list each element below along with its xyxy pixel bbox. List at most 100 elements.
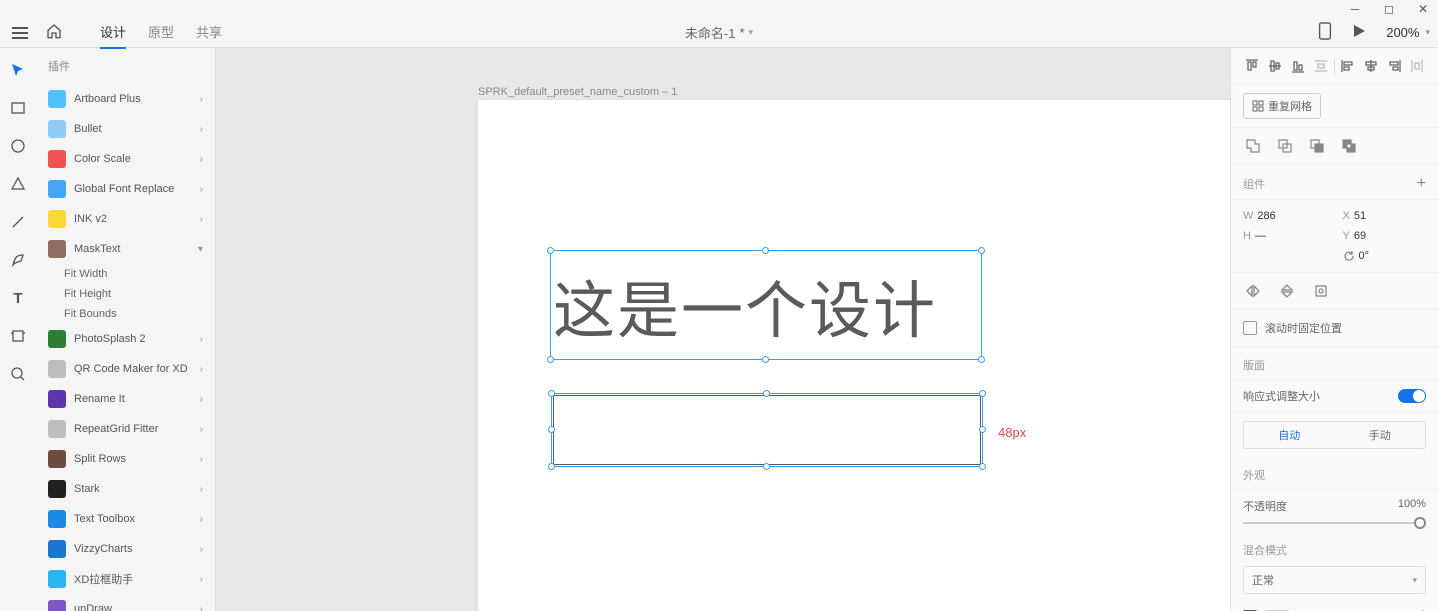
plugin-sub-item[interactable]: Fit Height — [36, 284, 215, 304]
tab-prototype[interactable]: 原型 — [148, 16, 174, 49]
artboard-label[interactable]: SPRK_default_preset_name_custom – 1 — [478, 86, 677, 98]
align-right-icon[interactable] — [1384, 56, 1403, 76]
select-tool[interactable] — [10, 62, 26, 78]
rotation-field[interactable] — [1343, 250, 1427, 262]
blend-mode-select[interactable]: 正常 ▾ — [1243, 566, 1426, 594]
text-tool[interactable]: T — [10, 290, 26, 306]
lock-aspect-icon[interactable] — [1311, 281, 1331, 301]
plugin-item[interactable]: XD拉框助手› — [36, 564, 215, 594]
plugin-item[interactable]: Global Font Replace› — [36, 174, 215, 204]
plugin-icon — [48, 540, 66, 558]
plugin-item[interactable]: VizzyCharts› — [36, 534, 215, 564]
plugin-icon — [48, 120, 66, 138]
text-layer[interactable]: 这是一个设计 — [553, 260, 937, 350]
plugin-item[interactable]: Stark› — [36, 474, 215, 504]
plugin-icon — [48, 210, 66, 228]
plugin-item[interactable]: MaskText▾ — [36, 234, 215, 264]
plugin-item[interactable]: RepeatGrid Fitter› — [36, 414, 215, 444]
plugin-item[interactable]: Artboard Plus› — [36, 84, 215, 114]
chevron-icon: › — [200, 604, 203, 611]
tab-design[interactable]: 设计 — [100, 16, 126, 49]
flip-h-icon[interactable] — [1243, 281, 1263, 301]
align-hcenter-icon[interactable] — [1362, 56, 1381, 76]
plugin-name: QR Code Maker for XD — [74, 363, 192, 375]
maximize-button[interactable]: ◻ — [1382, 2, 1396, 16]
plugin-name: Color Scale — [74, 153, 192, 165]
opacity-slider[interactable] — [1243, 522, 1426, 524]
menu-icon[interactable] — [12, 27, 28, 39]
plugin-item[interactable]: Split Rows› — [36, 444, 215, 474]
chevron-icon: › — [200, 544, 203, 555]
appearance-section-label: 外观 — [1231, 457, 1438, 490]
plugin-name: Rename It — [74, 393, 192, 405]
responsive-toggle[interactable] — [1398, 389, 1426, 403]
chevron-down-icon: ▾ — [1412, 575, 1417, 586]
plugin-icon — [48, 600, 66, 611]
artboard-tool[interactable] — [10, 328, 26, 344]
plugin-item[interactable]: INK v2› — [36, 204, 215, 234]
chevron-down-icon: ▾ — [1425, 27, 1430, 38]
plugin-sub-item[interactable]: Fit Width — [36, 264, 215, 284]
boolean-exclude-icon[interactable] — [1339, 136, 1359, 156]
plugin-sub-item[interactable]: Fit Bounds — [36, 304, 215, 324]
plugin-item[interactable]: Text Toolbox› — [36, 504, 215, 534]
plugin-icon — [48, 330, 66, 348]
y-field[interactable]: Y — [1343, 230, 1427, 242]
height-field[interactable]: H — [1243, 230, 1327, 242]
fix-position-checkbox[interactable] — [1243, 321, 1257, 335]
flip-v-icon[interactable] — [1277, 281, 1297, 301]
fix-position-label: 滚动时固定位置 — [1265, 320, 1342, 336]
align-top-icon[interactable] — [1243, 56, 1262, 76]
tab-share[interactable]: 共享 — [196, 16, 222, 49]
boolean-intersect-icon[interactable] — [1307, 136, 1327, 156]
artboard[interactable]: 这是一个设计 48px — [478, 100, 1230, 611]
chevron-icon: › — [200, 574, 203, 585]
chevron-icon: › — [200, 364, 203, 375]
plugin-item[interactable]: PhotoSplash 2› — [36, 324, 215, 354]
align-vcenter-icon[interactable] — [1266, 56, 1285, 76]
plugin-name: unDraw — [74, 603, 192, 611]
zoom-tool[interactable] — [10, 366, 26, 382]
opacity-value: 100% — [1398, 498, 1426, 510]
distribute-v-icon[interactable] — [1311, 56, 1330, 76]
line-tool[interactable] — [10, 214, 26, 230]
rectangle-tool[interactable] — [10, 100, 26, 116]
polygon-tool[interactable] — [10, 176, 26, 192]
plugin-icon — [48, 570, 66, 588]
plugin-name: Global Font Replace — [74, 183, 192, 195]
x-field[interactable]: X — [1343, 210, 1427, 222]
boolean-union-icon[interactable] — [1243, 136, 1263, 156]
play-icon[interactable] — [1352, 24, 1366, 41]
chevron-icon: › — [200, 394, 203, 405]
add-component-icon[interactable]: + — [1417, 175, 1426, 193]
blend-mode-label: 混合模式 — [1231, 532, 1438, 560]
boolean-subtract-icon[interactable] — [1275, 136, 1295, 156]
plugin-item[interactable]: QR Code Maker for XD › — [36, 354, 215, 384]
align-left-icon[interactable] — [1339, 56, 1358, 76]
home-icon[interactable] — [46, 23, 62, 42]
responsive-mode-segment[interactable]: 自动 手动 — [1243, 421, 1426, 449]
canvas[interactable]: SPRK_default_preset_name_custom – 1 这是一个… — [216, 48, 1230, 611]
chevron-icon: › — [200, 424, 203, 435]
width-field[interactable]: W — [1243, 210, 1327, 222]
chevron-icon: › — [200, 214, 203, 225]
plugin-name: Stark — [74, 483, 192, 495]
ellipse-tool[interactable] — [10, 138, 26, 154]
pen-tool[interactable] — [10, 252, 26, 268]
plugin-item[interactable]: Color Scale› — [36, 144, 215, 174]
plugin-item[interactable]: Bullet› — [36, 114, 215, 144]
chevron-icon: › — [200, 124, 203, 135]
zoom-level[interactable]: 200% ▾ — [1386, 25, 1430, 40]
plugin-item[interactable]: Rename It › — [36, 384, 215, 414]
document-title[interactable]: 未命名-1* ▾ — [685, 23, 753, 42]
responsive-label: 响应式调整大小 — [1243, 388, 1320, 404]
device-preview-icon[interactable] — [1318, 22, 1332, 43]
chevron-icon: › — [200, 454, 203, 465]
distribute-h-icon[interactable] — [1407, 56, 1426, 76]
minimize-button[interactable]: ─ — [1348, 2, 1362, 16]
close-button[interactable]: ✕ — [1416, 2, 1430, 16]
plugin-item[interactable]: unDraw › — [36, 594, 215, 611]
repeat-grid-button[interactable]: 重复网格 — [1243, 93, 1321, 119]
align-bottom-icon[interactable] — [1289, 56, 1308, 76]
plugins-panel: 插件 Artboard Plus›Bullet›Color Scale›Glob… — [36, 48, 216, 611]
